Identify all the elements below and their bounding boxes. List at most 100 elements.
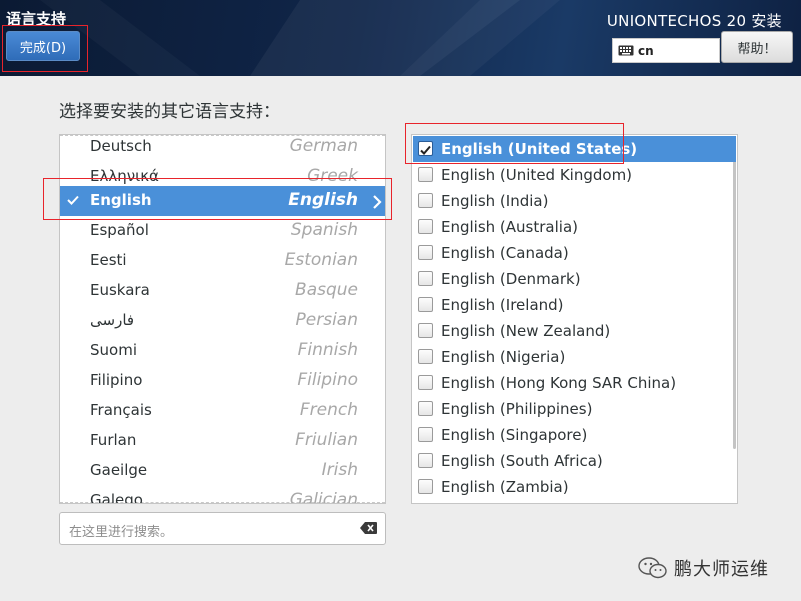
language-english-name: Galician (289, 490, 358, 504)
language-item[interactable]: Gaeilge Irish (60, 456, 385, 486)
locale-checkbox[interactable] (418, 219, 433, 234)
locale-item-partial[interactable] (413, 500, 736, 503)
keyboard-icon (618, 45, 634, 56)
language-item[interactable]: English English (60, 186, 385, 216)
locale-item[interactable]: English (United States) (413, 136, 736, 162)
language-english-name: French (299, 400, 358, 420)
locale-label: English (Denmark) (441, 270, 581, 288)
watermark-text: 鹏大师运维 (674, 559, 769, 580)
language-english-name: Estonian (284, 250, 358, 270)
locale-checkbox[interactable] (418, 427, 433, 442)
language-native-name: Ελληνικά (90, 167, 159, 185)
locale-label: English (Australia) (441, 218, 578, 236)
locale-label: English (Nigeria) (441, 348, 566, 366)
locale-item[interactable]: English (Australia) (413, 214, 736, 240)
search-input[interactable]: 在这里进行搜索。 (59, 512, 386, 545)
language-english-name: Friulian (295, 430, 358, 450)
locale-label: English (South Africa) (441, 452, 603, 470)
locale-item[interactable]: English (Hong Kong SAR China) (413, 370, 736, 396)
language-native-name: Suomi (90, 341, 137, 359)
header-bar: 语言支持 完成(D) UNIONTECHOS 20 安装 cn 帮助！ (0, 0, 801, 76)
locale-checkbox[interactable] (418, 323, 433, 338)
language-native-name: Deutsch (90, 137, 152, 155)
wechat-icon (638, 557, 667, 579)
language-native-name: Furlan (90, 431, 137, 449)
locale-label: English (Canada) (441, 244, 569, 262)
language-list[interactable]: Deutsch German Ελληνικά Greek English English… (59, 134, 386, 504)
locale-item[interactable]: English (Zambia) (413, 474, 736, 500)
check-icon (67, 195, 79, 205)
language-english-name: Filipino (297, 370, 358, 390)
language-native-name: Euskara (90, 281, 150, 299)
locale-list[interactable]: English (United States) English (United K… (411, 134, 738, 504)
locale-item[interactable]: English (Nigeria) (413, 344, 736, 370)
locale-item[interactable]: English (Canada) (413, 240, 736, 266)
language-english-name: Spanish (290, 220, 358, 240)
watermark: 鹏大师运维 (638, 555, 769, 581)
locale-item[interactable]: English (South Africa) (413, 448, 736, 474)
language-item[interactable]: Filipino Filipino (60, 366, 385, 396)
language-native-name: English (90, 191, 152, 209)
locale-checkbox[interactable] (418, 193, 433, 208)
language-item[interactable]: Furlan Friulian (60, 426, 385, 456)
chevron-right-icon (373, 195, 382, 209)
locale-checkbox[interactable] (418, 453, 433, 468)
locale-checkbox[interactable] (418, 167, 433, 182)
language-english-name: Finnish (297, 340, 358, 360)
language-english-name: English (288, 190, 358, 210)
locale-checkbox[interactable] (418, 297, 433, 312)
locale-label: English (Singapore) (441, 426, 588, 444)
search-placeholder: 在这里进行搜索。 (69, 525, 174, 540)
language-native-name: فارسی (90, 311, 135, 329)
locale-label: English (United States) (441, 140, 638, 158)
locale-item[interactable]: English (Philippines) (413, 396, 736, 422)
language-item[interactable]: Euskara Basque (60, 276, 385, 306)
locale-label: English (India) (441, 192, 549, 210)
locale-label: English (Philippines) (441, 400, 593, 418)
done-button[interactable]: 完成(D) (6, 31, 80, 61)
spoke-title: 语言支持 (6, 10, 67, 28)
language-english-name: Greek (307, 166, 358, 186)
language-native-name: Français (90, 401, 152, 419)
language-item[interactable]: Español Spanish (60, 216, 385, 246)
language-item[interactable]: Galego Galician (60, 486, 385, 504)
keyboard-layout-label: cn (638, 43, 654, 58)
language-native-name: Galego (90, 491, 143, 504)
locale-checkbox[interactable] (418, 479, 433, 494)
language-item[interactable]: Français French (60, 396, 385, 426)
language-item[interactable]: Suomi Finnish (60, 336, 385, 366)
locale-item[interactable]: English (United Kingdom) (413, 162, 736, 188)
language-prompt: 选择要安装的其它语言支持： (59, 102, 280, 122)
locale-item[interactable]: English (India) (413, 188, 736, 214)
help-button[interactable]: 帮助！ (721, 31, 793, 63)
locale-label: English (Zambia) (441, 478, 569, 496)
language-native-name: Eesti (90, 251, 127, 269)
language-native-name: Gaeilge (90, 461, 148, 479)
clear-icon[interactable] (360, 522, 377, 534)
language-item[interactable]: فارسی Persian (60, 306, 385, 336)
locale-item[interactable]: English (Ireland) (413, 292, 736, 318)
language-english-name: Persian (295, 310, 358, 330)
locale-checkbox[interactable] (418, 141, 433, 156)
keyboard-layout-indicator[interactable]: cn (612, 38, 720, 63)
product-title: UNIONTECHOS 20 安装 (606, 12, 782, 30)
language-english-name: Irish (321, 460, 358, 480)
locale-label: English (Hong Kong SAR China) (441, 374, 677, 392)
language-native-name: Español (90, 221, 149, 239)
language-native-name: Filipino (90, 371, 143, 389)
locale-checkbox[interactable] (418, 245, 433, 260)
locale-item[interactable]: English (Singapore) (413, 422, 736, 448)
language-item[interactable]: Deutsch German (60, 135, 385, 162)
locale-checkbox[interactable] (418, 401, 433, 416)
locale-item[interactable]: English (Denmark) (413, 266, 736, 292)
locale-label: English (United Kingdom) (441, 166, 633, 184)
checkmark-icon (420, 145, 431, 155)
language-item[interactable]: Eesti Estonian (60, 246, 385, 276)
locale-label: English (Ireland) (441, 296, 564, 314)
locale-checkbox[interactable] (418, 349, 433, 364)
locale-checkbox[interactable] (418, 271, 433, 286)
locale-checkbox[interactable] (418, 375, 433, 390)
language-english-name: Basque (295, 280, 358, 300)
locale-item[interactable]: English (New Zealand) (413, 318, 736, 344)
locale-label: English (New Zealand) (441, 322, 611, 340)
